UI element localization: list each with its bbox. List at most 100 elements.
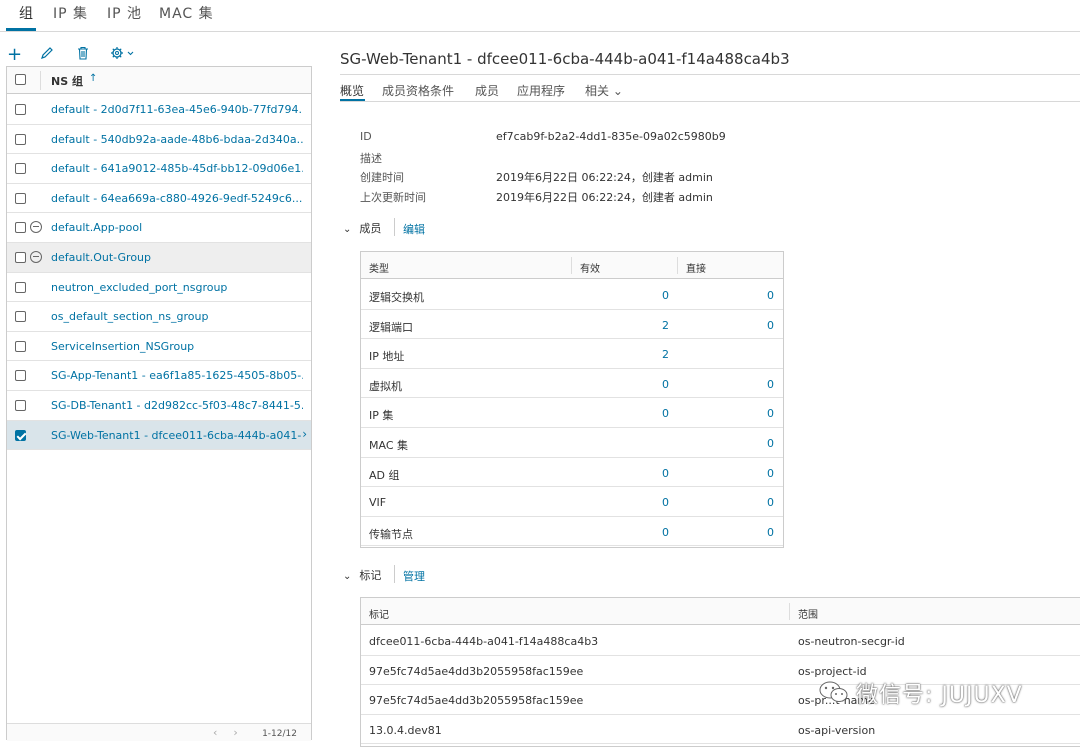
tab-ip-sets[interactable]: IP 集 xyxy=(53,3,88,23)
column-divider xyxy=(677,257,678,274)
detail-title: SG-Web-Tenant1 - dfcee011-6cba-444b-a041… xyxy=(340,50,790,68)
tag-value: 13.0.4.dev81 xyxy=(369,723,442,737)
row-checkbox[interactable] xyxy=(15,104,26,115)
list-item-label[interactable]: default - 641a9012-485b-45df-bb12-09d06e… xyxy=(51,162,303,175)
row-checkbox[interactable] xyxy=(15,370,26,382)
effective-count[interactable]: 2 xyxy=(662,348,669,361)
minus-circle-icon xyxy=(30,221,42,234)
tab-membership-criteria[interactable]: 成员资格条件 xyxy=(382,82,454,99)
row-checkbox[interactable] xyxy=(15,281,26,293)
tag-value: 97e5fc74d5ae4dd3b2055958fac159ee xyxy=(369,664,584,678)
effective-count[interactable]: 0 xyxy=(662,378,669,391)
list-item[interactable]: default - 540db92a-aade-48b6-bdaa-2d340a… xyxy=(7,125,311,155)
tab-overview[interactable]: 概览 xyxy=(340,82,364,99)
list-item-label[interactable]: default.App-pool xyxy=(51,221,303,234)
list-header: NS 组 ↑ xyxy=(7,67,311,94)
effective-count[interactable]: 2 xyxy=(662,319,669,332)
direct-count[interactable]: 0 xyxy=(767,467,774,480)
top-tab-bar: 组 IP 集 IP 池 MAC 集 xyxy=(0,0,1080,32)
list-item-label[interactable]: SG-DB-Tenant1 - d2d982cc-5f03-48c7-8441-… xyxy=(51,399,303,412)
row-checkbox[interactable] xyxy=(15,340,26,352)
tags-section-toggle[interactable]: ⌄ 标记 xyxy=(343,567,381,583)
tags-table: 标记 范围 dfcee011-6cba-444b-a041-f14a488ca4… xyxy=(360,597,1080,747)
field-label-updated: 上次更新时间 xyxy=(360,191,426,204)
chevron-down-icon: ⌄ xyxy=(343,571,352,582)
list-item[interactable]: ServiceInsertion_NSGroup xyxy=(7,332,311,362)
members-section-title: 成员 xyxy=(359,222,382,235)
tab-applications[interactable]: 应用程序 xyxy=(517,82,565,99)
list-item-label[interactable]: SG-App-Tenant1 - ea6f1a85-1625-4505-8b05… xyxy=(51,369,303,382)
delete-icon[interactable] xyxy=(76,46,90,64)
column-header-tag: 标记 xyxy=(369,610,389,621)
effective-count[interactable]: 0 xyxy=(662,496,669,509)
row-checkbox[interactable] xyxy=(15,192,26,204)
member-type: IP 地址 xyxy=(369,350,405,364)
direct-count[interactable]: 0 xyxy=(767,407,774,420)
list-item[interactable]: default - 641a9012-485b-45df-bb12-09d06e… xyxy=(7,154,311,184)
row-checkbox[interactable] xyxy=(15,133,26,145)
table-row: AD 组 0 0 xyxy=(361,458,783,488)
row-checkbox[interactable] xyxy=(15,252,26,263)
list-item[interactable]: default.Out-Group xyxy=(7,243,311,273)
field-value-created: 2019年6月22日 06:22:24，创建者 admin xyxy=(496,171,713,184)
edit-icon[interactable] xyxy=(40,46,54,64)
list-item-label[interactable]: default.Out-Group xyxy=(51,251,303,264)
gear-icon[interactable] xyxy=(110,46,136,64)
section-divider xyxy=(394,565,395,583)
pagination-arrows-icon[interactable]: ‹› xyxy=(213,726,254,739)
column-divider xyxy=(789,603,790,620)
list-footer: ‹› 1-12/12 xyxy=(7,723,311,741)
tab-members[interactable]: 成员 xyxy=(475,82,499,99)
manage-tags-link[interactable]: 管理 xyxy=(403,568,425,584)
tab-mac-sets[interactable]: MAC 集 xyxy=(159,3,214,23)
list-item-label[interactable]: default - 64ea669a-c880-4926-9edf-5249c6… xyxy=(51,192,303,205)
direct-count[interactable]: 0 xyxy=(767,526,774,539)
effective-count[interactable]: 0 xyxy=(662,289,669,302)
direct-count[interactable]: 0 xyxy=(767,437,774,450)
list-item[interactable]: neutron_excluded_port_nsgroup xyxy=(7,273,311,303)
list-item[interactable]: default.App-pool xyxy=(7,213,311,243)
direct-count[interactable]: 0 xyxy=(767,289,774,302)
effective-count[interactable]: 0 xyxy=(662,526,669,539)
list-item[interactable]: SG-DB-Tenant1 - d2d982cc-5f03-48c7-8441-… xyxy=(7,391,311,421)
list-item-label[interactable]: default - 540db92a-aade-48b6-bdaa-2d340a… xyxy=(51,133,303,146)
list-item-label[interactable]: os_default_section_ns_group xyxy=(51,310,303,323)
effective-count[interactable]: 0 xyxy=(662,407,669,420)
direct-count[interactable]: 0 xyxy=(767,496,774,509)
column-header-ns-group[interactable]: NS 组 xyxy=(51,73,83,89)
list-item[interactable]: default - 2d0d7f11-63ea-45e6-940b-77fd79… xyxy=(7,95,311,125)
list-item[interactable]: SG-App-Tenant1 - ea6f1a85-1625-4505-8b05… xyxy=(7,361,311,391)
effective-count[interactable]: 0 xyxy=(662,467,669,480)
add-icon[interactable]: + xyxy=(7,44,22,65)
direct-count[interactable]: 0 xyxy=(767,319,774,332)
tab-ip-pools[interactable]: IP 池 xyxy=(107,3,142,23)
row-checkbox[interactable] xyxy=(15,429,26,441)
list-item[interactable]: SG-Web-Tenant1 - dfcee011-6cba-444b-a041… xyxy=(7,420,311,451)
tab-groups[interactable]: 组 xyxy=(19,3,34,23)
tags-section-title: 标记 xyxy=(359,569,382,582)
list-item[interactable]: default - 64ea669a-c880-4926-9edf-5249c6… xyxy=(7,184,311,214)
sort-ascending-icon[interactable]: ↑ xyxy=(89,73,97,84)
member-type: 虚拟机 xyxy=(369,379,402,393)
tab-related[interactable]: 相关 ⌄ xyxy=(585,82,623,99)
ns-group-list: NS 组 ↑ default - 2d0d7f11-63ea-45e6-940b… xyxy=(6,66,312,741)
member-type: VIF xyxy=(369,496,387,510)
table-row: MAC 集 0 xyxy=(361,428,783,458)
row-checkbox[interactable] xyxy=(15,400,26,411)
row-checkbox[interactable] xyxy=(15,311,26,323)
list-item-label[interactable]: ServiceInsertion_NSGroup xyxy=(51,340,303,353)
members-section-toggle[interactable]: ⌄ 成员 xyxy=(343,220,381,236)
row-checkbox[interactable] xyxy=(15,163,26,175)
table-row: 逻辑端口 2 0 xyxy=(361,310,783,340)
select-all-checkbox[interactable] xyxy=(15,74,26,85)
direct-count[interactable]: 0 xyxy=(767,378,774,391)
column-header-type: 类型 xyxy=(369,264,389,275)
member-type: IP 集 xyxy=(369,409,394,423)
list-item-label[interactable]: neutron_excluded_port_nsgroup xyxy=(51,281,303,294)
list-item-label[interactable]: default - 2d0d7f11-63ea-45e6-940b-77fd79… xyxy=(51,103,303,116)
list-item-label[interactable]: SG-Web-Tenant1 - dfcee011-6cba-444b-a041… xyxy=(51,429,301,442)
edit-members-link[interactable]: 编辑 xyxy=(403,221,425,237)
list-item[interactable]: os_default_section_ns_group xyxy=(7,302,311,332)
row-checkbox[interactable] xyxy=(15,222,26,234)
tag-scope: os-project-id xyxy=(798,664,867,678)
